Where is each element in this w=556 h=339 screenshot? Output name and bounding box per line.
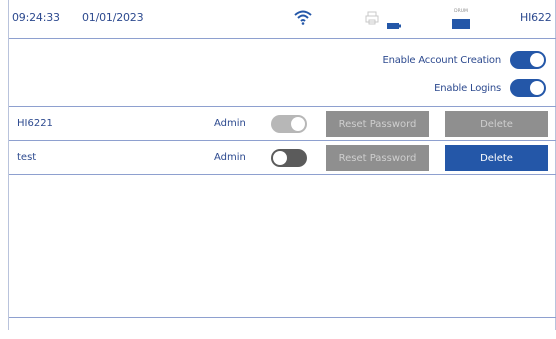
toggle-knob — [291, 117, 305, 131]
account-creation-setting: Enable Account Creation — [382, 50, 546, 70]
toggle-knob — [530, 81, 544, 95]
status-date: 01/01/2023 — [82, 11, 144, 24]
toggle-knob — [530, 53, 544, 67]
printer-icon — [365, 10, 379, 29]
account-creation-toggle[interactable] — [510, 51, 546, 69]
wifi-icon — [294, 9, 312, 29]
account-creation-label: Enable Account Creation — [382, 54, 501, 66]
table-row: HI6221 Admin Reset Password Delete — [9, 107, 556, 141]
battery-icon — [387, 14, 401, 33]
admin-toggle[interactable] — [271, 115, 307, 133]
drum-icon-label: DRUM — [454, 8, 468, 14]
logins-setting: Enable Logins — [434, 78, 546, 98]
user-role: Admin — [214, 118, 246, 129]
admin-toggle[interactable] — [271, 149, 307, 167]
delete-button[interactable]: Delete — [445, 145, 548, 171]
username: HI6221 — [17, 118, 53, 129]
toggle-knob — [273, 151, 287, 165]
delete-button[interactable]: Delete — [445, 111, 548, 137]
username: test — [17, 152, 37, 163]
reset-password-button[interactable]: Reset Password — [326, 145, 429, 171]
user-list: HI6221 Admin Reset Password Delete test … — [9, 106, 556, 318]
reset-password-button[interactable]: Reset Password — [326, 111, 429, 137]
status-time: 09:24:33 — [12, 11, 60, 24]
table-row: test Admin Reset Password Delete — [9, 141, 556, 175]
logins-label: Enable Logins — [434, 82, 501, 94]
logins-toggle[interactable] — [510, 79, 546, 97]
device-id: HI622 — [520, 11, 552, 24]
user-role: Admin — [214, 152, 246, 163]
drum-icon: DRUM — [450, 8, 472, 34]
status-bar: 09:24:33 01/01/2023 DRUM HI622 — [9, 0, 556, 39]
